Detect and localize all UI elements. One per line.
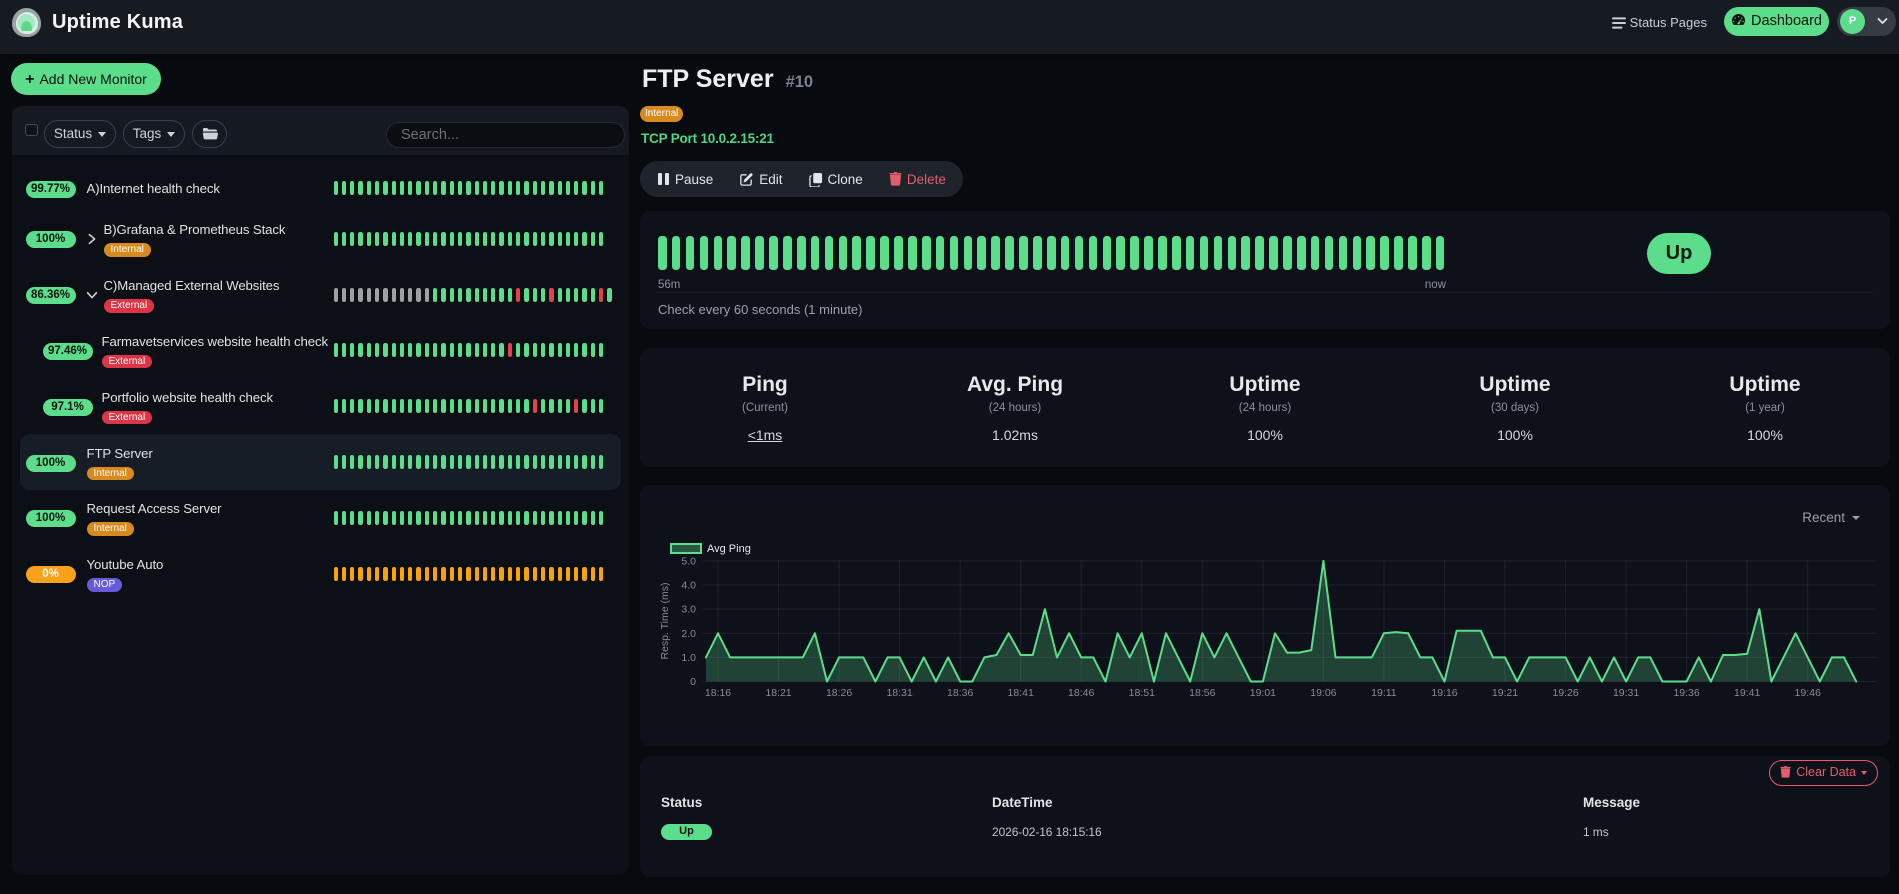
svg-text:4.0: 4.0	[681, 579, 696, 591]
svg-text:19:11: 19:11	[1371, 687, 1397, 699]
svg-text:19:36: 19:36	[1673, 687, 1699, 699]
svg-text:18:21: 18:21	[765, 687, 791, 699]
svg-text:19:21: 19:21	[1492, 687, 1518, 699]
svg-text:18:26: 18:26	[826, 687, 852, 699]
svg-text:19:31: 19:31	[1613, 687, 1639, 699]
svg-text:5.0: 5.0	[681, 555, 696, 567]
svg-text:18:41: 18:41	[1008, 687, 1034, 699]
svg-text:19:26: 19:26	[1552, 687, 1578, 699]
svg-text:18:46: 18:46	[1068, 687, 1094, 699]
svg-text:18:31: 18:31	[886, 687, 912, 699]
svg-text:2.0: 2.0	[681, 627, 696, 639]
svg-text:1.0: 1.0	[681, 651, 696, 663]
svg-text:Resp. Time (ms): Resp. Time (ms)	[659, 582, 671, 659]
svg-text:19:46: 19:46	[1795, 687, 1821, 699]
svg-text:19:06: 19:06	[1310, 687, 1336, 699]
svg-text:18:16: 18:16	[705, 687, 731, 699]
svg-text:19:01: 19:01	[1250, 687, 1276, 699]
svg-text:0: 0	[690, 676, 696, 688]
svg-text:18:36: 18:36	[947, 687, 973, 699]
svg-text:19:41: 19:41	[1734, 687, 1760, 699]
svg-text:18:51: 18:51	[1129, 687, 1155, 699]
svg-text:19:16: 19:16	[1431, 687, 1457, 699]
svg-text:3.0: 3.0	[681, 603, 696, 615]
svg-text:18:56: 18:56	[1189, 687, 1215, 699]
